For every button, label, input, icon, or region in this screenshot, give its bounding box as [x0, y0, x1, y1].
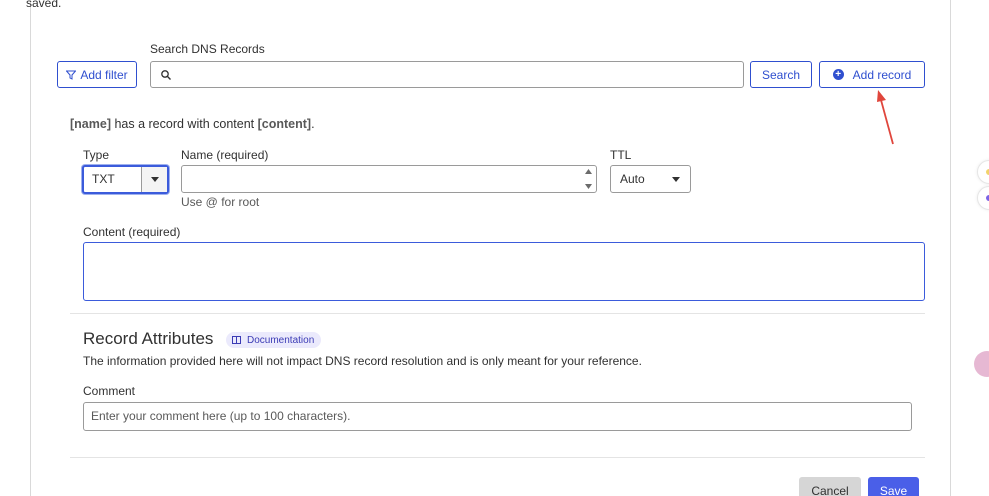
name-label: Name (required)	[181, 148, 269, 162]
type-value: TXT	[92, 172, 115, 186]
search-button[interactable]: Search	[750, 61, 812, 88]
filter-icon	[66, 70, 77, 80]
documentation-label: Documentation	[247, 334, 315, 346]
ttl-select[interactable]: Auto	[610, 165, 691, 193]
name-input[interactable]	[181, 165, 597, 193]
add-filter-button[interactable]: Add filter	[57, 61, 137, 88]
footer-divider	[70, 457, 925, 458]
add-filter-label: Add filter	[80, 67, 128, 82]
search-input[interactable]	[150, 61, 744, 88]
cancel-button[interactable]: Cancel	[799, 477, 861, 496]
side-widget-bubble[interactable]	[977, 160, 989, 184]
save-button[interactable]: Save	[868, 477, 919, 496]
side-widget-bubble[interactable]	[977, 186, 989, 210]
add-record-button[interactable]: + Add record	[819, 61, 925, 88]
chevron-down-icon[interactable]	[141, 167, 167, 192]
section-divider	[70, 313, 925, 314]
name-token: [name]	[70, 117, 111, 131]
ttl-label: TTL	[610, 148, 632, 162]
side-widget-bubble[interactable]	[974, 351, 989, 377]
search-label: Search DNS Records	[150, 42, 265, 56]
content-label: Content (required)	[83, 225, 181, 239]
record-hint: [name] has a record with content [conten…	[70, 117, 315, 131]
content-textarea[interactable]	[83, 242, 925, 301]
search-icon	[160, 69, 172, 84]
chevron-down-icon	[672, 176, 680, 182]
hint-middle: has a record with content	[110, 117, 258, 131]
hint-end: .	[311, 117, 315, 131]
red-arrow-annotation	[877, 90, 894, 145]
record-attributes-title: Record Attributes	[83, 329, 214, 348]
comment-field[interactable]: Enter your comment here (up to 100 chara…	[83, 402, 912, 431]
name-help-text: Use @ for root	[181, 195, 260, 209]
saved-text: saved.	[26, 0, 62, 10]
comment-label: Comment	[83, 384, 136, 398]
documentation-link[interactable]: Documentation	[226, 332, 322, 348]
type-label: Type	[83, 148, 110, 162]
plus-circle-icon: +	[832, 69, 844, 80]
attributes-description: The information provided here will not i…	[83, 354, 642, 368]
content-token: [content]	[257, 117, 312, 131]
ttl-value: Auto	[620, 172, 645, 186]
book-icon	[232, 336, 241, 344]
type-select[interactable]: TXT	[82, 165, 169, 194]
add-record-label: Add record	[852, 67, 912, 82]
spinner-arrows-icon[interactable]	[583, 169, 593, 189]
